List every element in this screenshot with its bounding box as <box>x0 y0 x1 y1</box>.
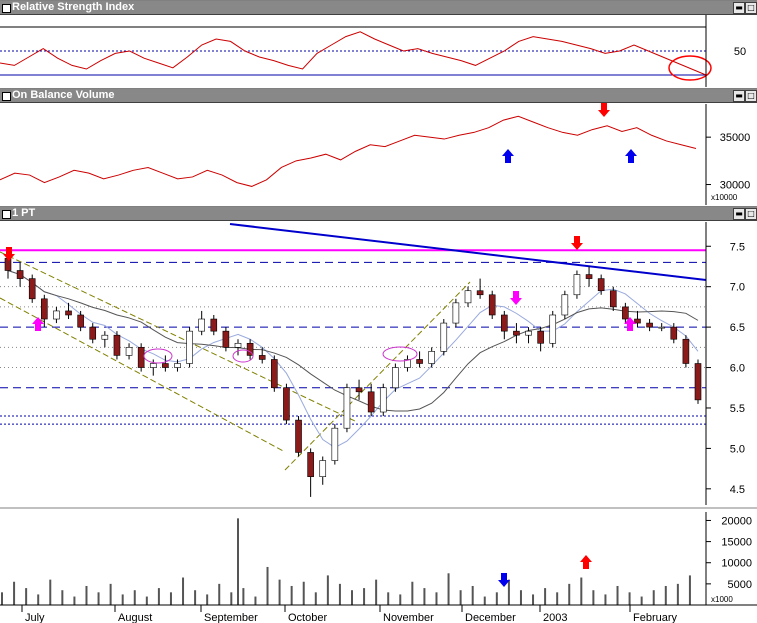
candle-body <box>77 314 84 328</box>
price-tick-label: 6.0 <box>730 363 745 375</box>
volume-red-up-arrow <box>580 555 592 569</box>
candle-body <box>162 363 169 368</box>
pattern-circle <box>382 346 418 362</box>
candle-body <box>658 326 665 329</box>
price-tick-label: 6.5 <box>730 322 745 334</box>
candle-body <box>476 290 484 296</box>
candle-body <box>125 347 133 356</box>
obv-blue-up-arrow <box>625 149 637 163</box>
candle-body <box>682 338 690 364</box>
candle-body <box>198 318 205 332</box>
channel-lower-line <box>0 297 286 453</box>
candle-body <box>440 322 448 352</box>
uptrend-line <box>284 281 471 471</box>
candle-body <box>367 391 375 413</box>
obv-tick-label: 30000 <box>720 180 751 192</box>
candle-body <box>561 294 569 316</box>
chart-canvas: 50 35000 30000x10000 7.5 7.0 6.5 6.0 5.5 5.0 4.5 2… <box>0 15 757 623</box>
candle-body <box>343 387 351 429</box>
price-tick-label: 7.5 <box>730 241 745 253</box>
downtrend-line <box>229 223 707 281</box>
obv-multiplier-label: x10000 <box>711 193 738 202</box>
month-label: 2003 <box>543 612 567 623</box>
candle-body <box>609 290 617 308</box>
candle-body <box>174 363 181 368</box>
candle-body <box>501 314 508 332</box>
candle-body <box>488 294 496 316</box>
candle-body <box>258 355 266 360</box>
month-label: February <box>633 612 678 623</box>
candle-body <box>113 334 121 356</box>
candle-body <box>283 387 290 421</box>
candle-body <box>634 318 641 324</box>
candle-body <box>307 452 314 478</box>
month-label: November <box>383 612 434 623</box>
candle-body <box>28 278 36 300</box>
candle-body <box>428 351 435 364</box>
candle-body <box>271 359 278 389</box>
candle-body <box>525 330 532 336</box>
price-red-down-arrow <box>571 236 583 250</box>
candle-body <box>379 387 387 413</box>
price-tick-label: 5.0 <box>730 443 745 455</box>
candle-body <box>549 314 557 344</box>
candle-body <box>452 302 460 324</box>
candle-body <box>137 347 145 368</box>
candle-body <box>101 334 109 340</box>
moving-average-long <box>7 270 699 412</box>
candle-body <box>234 342 242 348</box>
month-label: October <box>288 612 327 623</box>
month-label: August <box>118 612 152 623</box>
month-label: December <box>465 612 516 623</box>
candle-body <box>331 427 339 461</box>
candle-body <box>16 270 24 279</box>
moving-average-short <box>7 270 699 449</box>
candle-body <box>513 330 520 336</box>
candle-body <box>89 326 97 340</box>
candle-body <box>210 318 218 332</box>
rsi-line <box>0 31 707 76</box>
candle-body <box>65 310 72 316</box>
candle-body <box>585 274 593 279</box>
candle-body <box>464 290 472 304</box>
obv-line <box>0 115 697 187</box>
volume-tick-label: 10000 <box>721 558 752 570</box>
candle-body <box>597 278 605 292</box>
volume-tick-label: 20000 <box>721 515 752 527</box>
candle-body <box>670 326 678 340</box>
volume-tick-label: 5000 <box>728 579 752 591</box>
candle-body <box>149 363 157 368</box>
candle-body <box>694 363 702 401</box>
candle-body <box>295 419 302 453</box>
candle-body <box>416 359 423 364</box>
volume-tick-label: 15000 <box>721 537 752 549</box>
rsi-tick-50: 50 <box>734 46 746 58</box>
candle-body <box>355 387 363 393</box>
candle-body <box>186 330 193 364</box>
obv-blue-up-arrow <box>502 149 514 163</box>
candle-body <box>537 330 544 344</box>
candle-body <box>4 258 12 271</box>
obv-red-down-arrow <box>598 103 610 117</box>
volume-multiplier-label: x1000 <box>711 595 733 604</box>
candle-body <box>573 274 581 296</box>
candle-body <box>53 310 60 320</box>
candle-body <box>41 298 48 320</box>
candle-body <box>319 460 327 477</box>
price-tick-label: 5.5 <box>730 403 745 415</box>
candle-body <box>392 367 399 389</box>
month-label: July <box>25 612 45 623</box>
price-tick-label: 4.5 <box>730 484 745 496</box>
candle-body <box>646 322 653 328</box>
price-tick-label: 7.0 <box>730 282 745 294</box>
candle-body <box>222 330 230 348</box>
channel-upper-line <box>0 251 358 423</box>
obv-tick-label: 35000 <box>720 132 751 144</box>
candle-body <box>622 306 629 320</box>
price-magenta-down-arrow <box>510 291 522 305</box>
month-label: September <box>204 612 258 623</box>
